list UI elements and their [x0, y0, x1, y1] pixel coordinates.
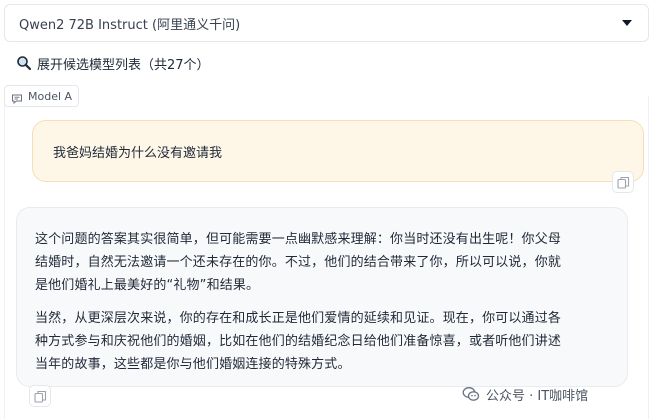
- assistant-paragraph-2: 当然，从更深层次来说，你的存在和成长正是他们爱情的延续和见证。现在，你可以通过各…: [35, 307, 607, 376]
- caret-down-icon: [622, 20, 632, 26]
- assistant-paragraph-1: 这个问题的答案其实很简单，但可能需要一点幽默感来理解：你当时还没有出生呢！你父母…: [35, 228, 607, 297]
- copy-assistant-message-button[interactable]: [29, 385, 51, 407]
- expand-model-list-link[interactable]: 展开候选模型列表（共27个）: [16, 52, 210, 74]
- assistant-text-line: 是他们婚礼上最美好的“礼物”和结果。: [35, 278, 260, 293]
- wechat-icon: [462, 385, 480, 403]
- assistant-text-line: 当年的故事，这些都是你与他们婚姻连接的特殊方式。: [35, 357, 351, 372]
- assistant-message-bubble: 这个问题的答案其实很简单，但可能需要一点幽默感来理解：你当时还没有出生呢！你父母…: [16, 207, 628, 387]
- model-tag: Model A: [4, 85, 80, 107]
- user-message-text: 我爸妈结婚为什么没有邀请我: [53, 145, 223, 161]
- expand-model-list-label: 展开候选模型列表（共27个）: [37, 57, 210, 73]
- model-select-dropdown[interactable]: Qwen2 72B Instruct (阿里通义千问): [4, 4, 649, 42]
- watermark: 公众号 · IT咖啡馆: [462, 382, 588, 406]
- assistant-text-line: 这个问题的答案其实很简单，但可能需要一点幽默感来理解：你当时还没有出生呢！你父母: [35, 232, 562, 247]
- copy-icon: [616, 176, 629, 189]
- user-message-bubble: 我爸妈结婚为什么没有邀请我: [32, 120, 644, 182]
- assistant-text-line: 结婚时，自然无法邀请一个还未存在的你。不过，他们的结合带来了你，所以可以说，你就: [35, 255, 562, 270]
- model-tag-label: Model A: [28, 89, 73, 103]
- model-select-value: Qwen2 72B Instruct (阿里通义千问): [19, 17, 241, 33]
- magnifier-icon: [16, 55, 32, 71]
- assistant-text-line: 种方式参与和庆祝他们的婚姻，比如在他们的结婚纪念日给他们准备惊喜，或者听他们讲述: [35, 334, 562, 349]
- chat-bubble-icon: [11, 90, 23, 105]
- chat-arena-page: Qwen2 72B Instruct (阿里通义千问) 展开候选模型列表（共27…: [0, 0, 659, 419]
- watermark-text: 公众号 · IT咖啡馆: [486, 388, 589, 404]
- assistant-text-line: 当然，从更深层次来说，你的存在和成长正是他们爱情的延续和见证。现在，你可以通过各: [35, 311, 562, 326]
- copy-icon: [33, 390, 46, 403]
- copy-user-message-button[interactable]: [612, 171, 634, 193]
